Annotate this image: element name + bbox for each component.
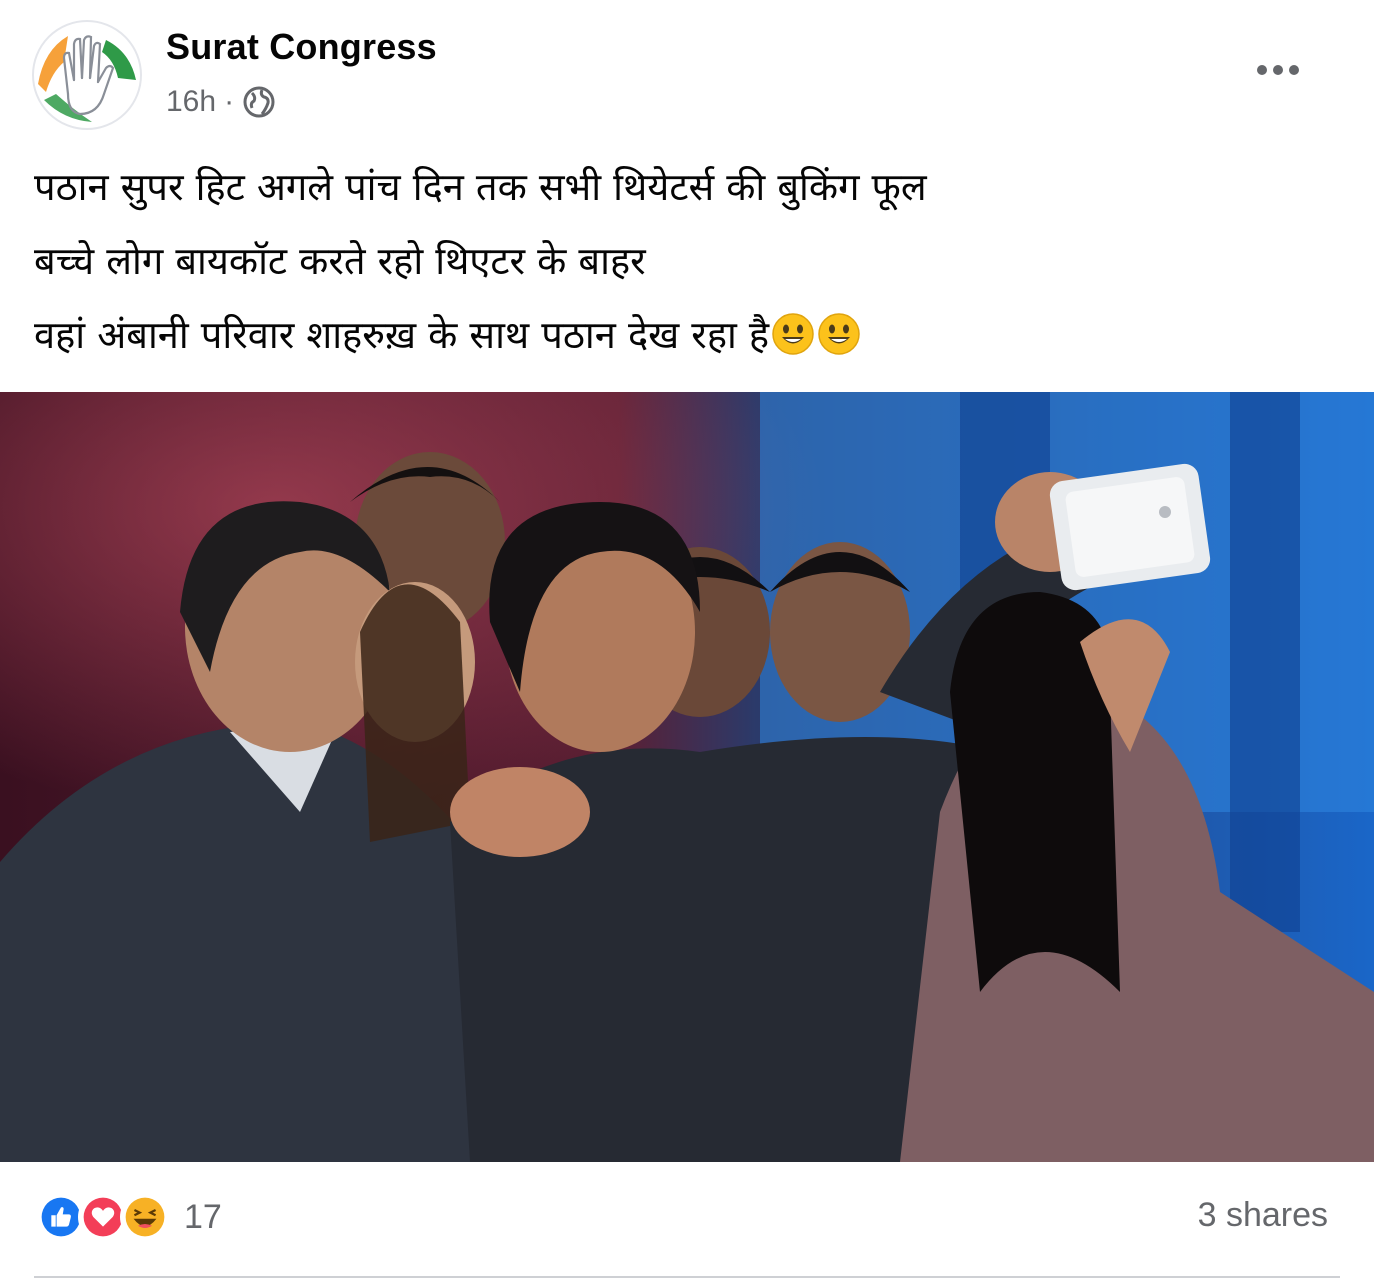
post-meta: 16h · (166, 82, 276, 122)
post-message: पठान सुपर हिट अगले पांच दिन तक सभी थियेट… (34, 150, 1334, 372)
post-text-line-last: वहां अंबानी परिवार शाहरुख़ के साथ पठान द… (34, 298, 1334, 372)
reactions-summary[interactable]: 17 (36, 1192, 222, 1242)
post-text-line: पठान सुपर हिट अगले पांच दिन तक सभी थियेट… (34, 165, 927, 209)
smiley-emoji-icon (772, 313, 814, 355)
post-text-line: वहां अंबानी परिवार शाहरुख़ के साथ पठान द… (34, 313, 770, 357)
page-avatar[interactable] (32, 20, 142, 130)
post-text-line: बच्चे लोग बायकॉट करते रहो थिएटर के बाहर (34, 239, 646, 283)
post-photo[interactable] (0, 392, 1374, 1162)
meta-separator: · (224, 85, 235, 118)
more-options-button[interactable] (1248, 50, 1308, 90)
shares-count[interactable]: 3 shares (1198, 1196, 1328, 1235)
footer-divider (34, 1276, 1340, 1278)
ellipsis-icon (1257, 65, 1299, 75)
smiley-emoji-icon (818, 313, 860, 355)
page-name[interactable]: Surat Congress (166, 26, 437, 68)
congress-hand-logo-icon (38, 35, 136, 122)
reaction-count: 17 (184, 1197, 222, 1236)
facebook-post: Surat Congress 16h · पठान सुपर हिट अगले … (0, 0, 1374, 1282)
haha-icon (120, 1192, 170, 1242)
post-timestamp[interactable]: 16h (166, 85, 216, 119)
globe-icon[interactable] (242, 85, 276, 119)
group-selfie-photo (0, 392, 1374, 1162)
